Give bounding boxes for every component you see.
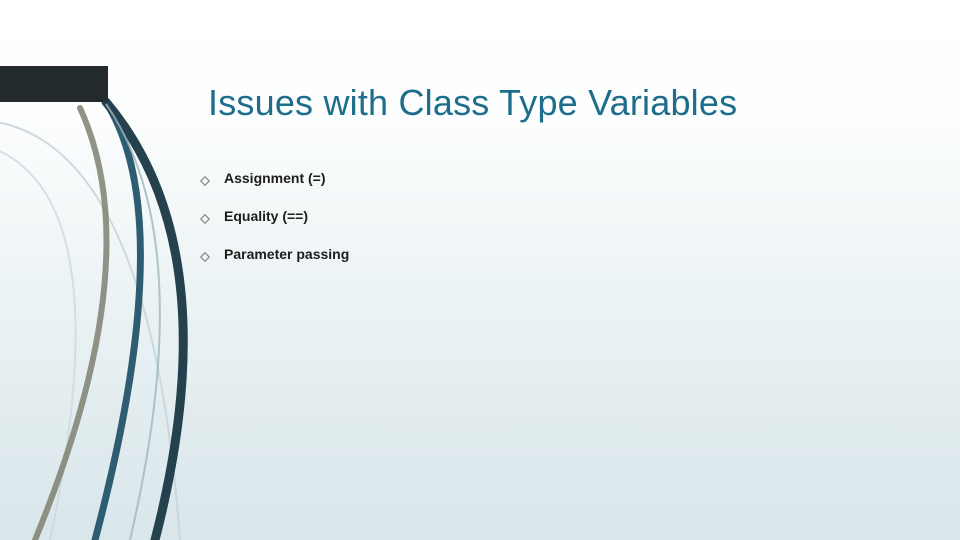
bullet-label: Parameter passing	[224, 246, 349, 262]
decorative-curves	[0, 0, 960, 540]
bullet-list: Assignment (=) Equality (==) Parameter p…	[200, 168, 349, 282]
bullet-label: Assignment (=)	[224, 170, 326, 186]
list-item: Parameter passing	[200, 244, 349, 264]
diamond-bullet-icon	[200, 173, 210, 183]
list-item: Equality (==)	[200, 206, 349, 226]
bullet-label: Equality (==)	[224, 208, 308, 224]
diamond-bullet-icon	[200, 249, 210, 259]
slide-title: Issues with Class Type Variables	[208, 82, 737, 124]
diamond-bullet-icon	[200, 211, 210, 221]
header-accent-bar	[0, 66, 108, 102]
list-item: Assignment (=)	[200, 168, 349, 188]
slide: Issues with Class Type Variables Assignm…	[0, 0, 960, 540]
